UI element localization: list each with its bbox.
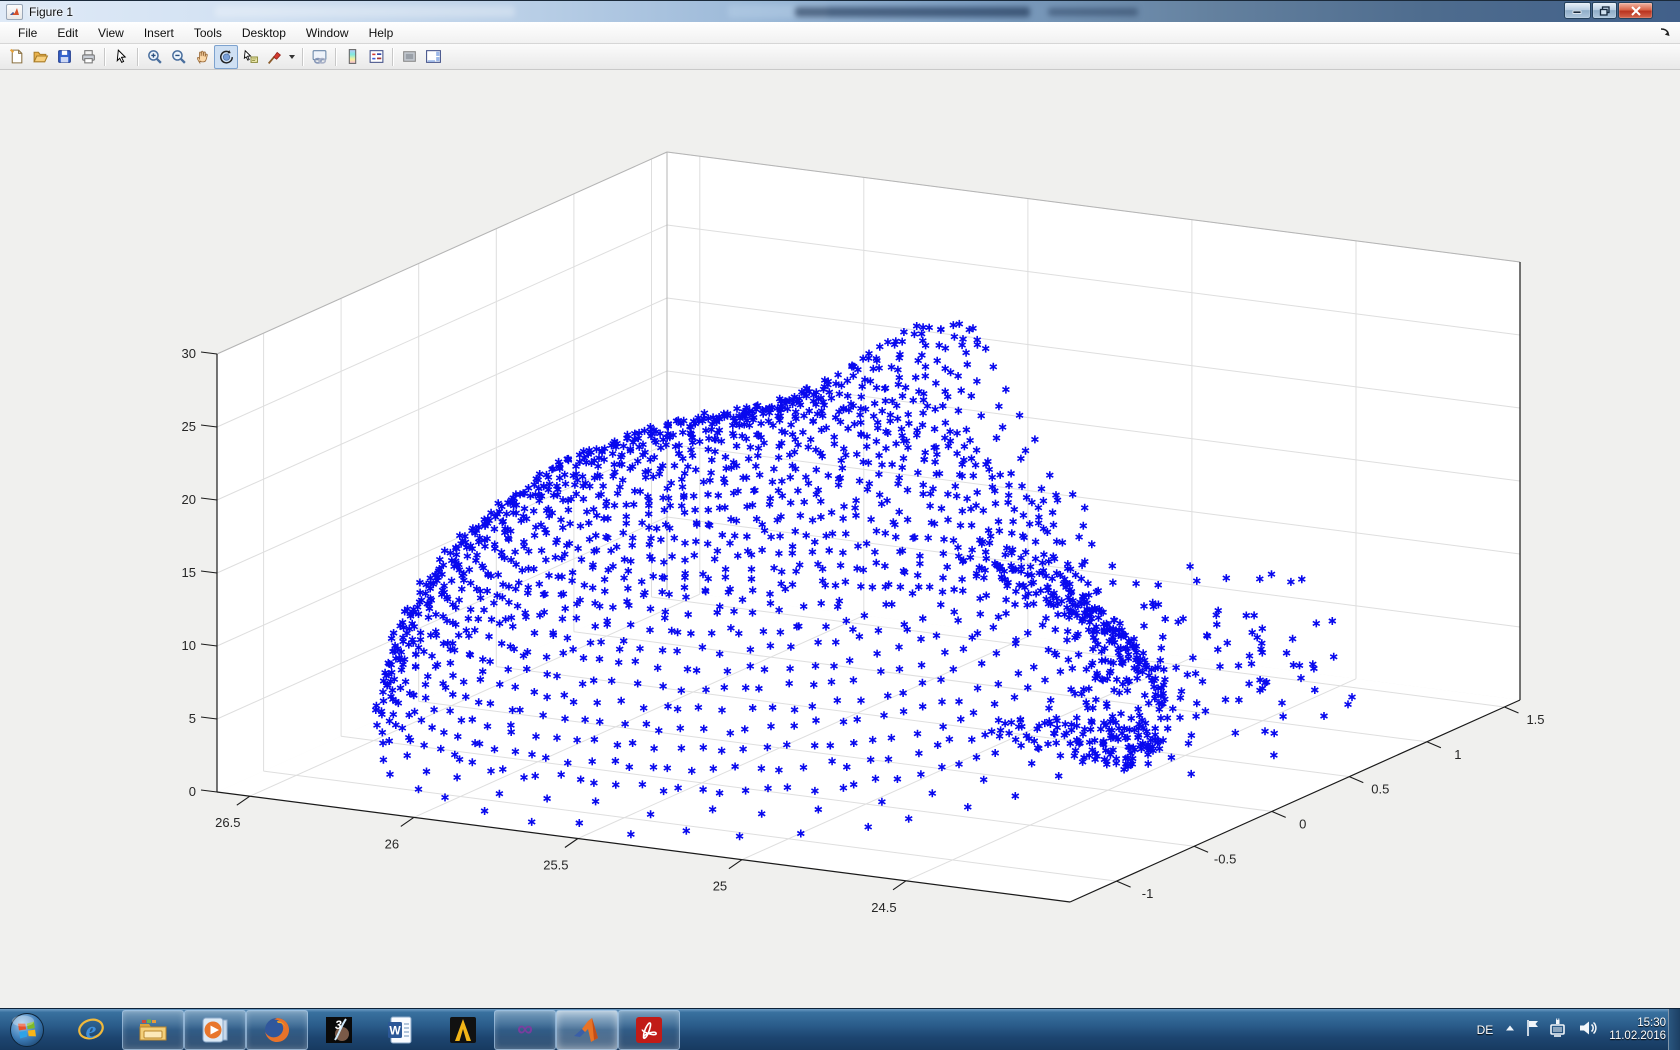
figure-toolbar (0, 44, 1680, 70)
svg-text:W: W (389, 1024, 401, 1038)
network-icon[interactable] (1549, 1018, 1571, 1043)
taskbar-item-acrobat-reader[interactable] (618, 1010, 680, 1050)
background-window-title-blur (795, 7, 1030, 17)
menu-help[interactable]: Help (359, 24, 404, 42)
start-button[interactable] (8, 1011, 46, 1049)
taskbar-item-3d-modeling-app[interactable]: 3 (308, 1010, 370, 1050)
taskbar-item-windows-explorer[interactable] (122, 1010, 184, 1050)
matlab-figure-icon (6, 4, 23, 20)
menu-file[interactable]: File (8, 24, 47, 42)
svg-text:3: 3 (335, 1018, 342, 1032)
svg-text:0.5: 0.5 (1371, 782, 1389, 797)
svg-text:26: 26 (385, 836, 399, 851)
taskbar-items: e 3 W ∞ (60, 1010, 680, 1050)
svg-text:30: 30 (182, 346, 196, 361)
svg-text:1.5: 1.5 (1526, 712, 1544, 727)
insert-colorbar-button[interactable] (340, 45, 364, 69)
toolbar-separator (302, 48, 303, 66)
svg-text:25.5: 25.5 (543, 858, 568, 873)
save-figure-button[interactable] (52, 45, 76, 69)
taskbar-item-ansys[interactable] (432, 1010, 494, 1050)
figure-canvas: 26.5 26 25.5 25 24.5 -1 -0.5 0 0.5 1 1.5 0 5 10 15 20 25… (0, 70, 1680, 1008)
open-file-button[interactable] (28, 45, 52, 69)
language-indicator[interactable]: DE (1474, 1023, 1497, 1037)
close-button[interactable] (1618, 2, 1653, 19)
clock[interactable]: 15:30 11.02.2016 (1609, 1017, 1666, 1043)
action-center-flag-icon[interactable] (1524, 1018, 1542, 1043)
menu-tools[interactable]: Tools (184, 24, 232, 42)
link-plot-button[interactable] (307, 45, 331, 69)
pan-button[interactable] (190, 45, 214, 69)
menu-view[interactable]: View (88, 24, 134, 42)
data-cursor-button[interactable] (238, 45, 262, 69)
svg-text:20: 20 (182, 492, 196, 507)
hide-plot-tools-button[interactable] (397, 45, 421, 69)
volume-icon[interactable] (1578, 1018, 1598, 1043)
taskbar-item-firefox[interactable] (246, 1010, 308, 1050)
svg-text:0: 0 (189, 784, 196, 799)
insert-legend-button[interactable] (364, 45, 388, 69)
toolbar-separator (335, 48, 336, 66)
taskbar-item-visual-studio[interactable]: ∞ (494, 1010, 556, 1050)
menu-edit[interactable]: Edit (47, 24, 88, 42)
svg-text:25: 25 (182, 419, 196, 434)
plot-3d-scatter[interactable]: 26.5 26 25.5 25 24.5 -1 -0.5 0 0.5 1 1.5 0 5 10 15 20 25… (0, 0, 1680, 1050)
print-figure-button[interactable] (76, 45, 100, 69)
window-title: Figure 1 (29, 5, 73, 19)
svg-text:26.5: 26.5 (215, 815, 240, 830)
svg-text:1: 1 (1454, 747, 1461, 762)
brush-dropdown-arrow[interactable] (289, 55, 295, 59)
svg-text:0: 0 (1299, 816, 1306, 831)
titlebar-glare (215, 6, 515, 17)
taskbar-item-matlab[interactable] (556, 1010, 618, 1050)
background-window-title-blur2 (1048, 8, 1138, 16)
taskbar: e 3 W ∞ DE 15:30 11.02.2016 (0, 1008, 1680, 1050)
taskbar-item-media-player[interactable] (184, 1010, 246, 1050)
taskbar-item-internet-explorer[interactable]: e (60, 1010, 122, 1050)
svg-text:24.5: 24.5 (871, 900, 896, 915)
menu-window[interactable]: Window (296, 24, 359, 42)
svg-text:25: 25 (713, 879, 727, 894)
svg-text:-1: -1 (1142, 886, 1154, 901)
edit-plot-button[interactable] (109, 45, 133, 69)
toolbar-separator (392, 48, 393, 66)
restore-button[interactable] (1592, 2, 1617, 19)
svg-text:-0.5: -0.5 (1214, 851, 1236, 866)
show-plot-tools-button[interactable] (421, 45, 445, 69)
clock-time: 15:30 (1609, 1017, 1666, 1030)
show-desktop-button[interactable] (1668, 1009, 1680, 1050)
dock-figure-button[interactable] (1659, 25, 1672, 43)
toolbar-separator (137, 48, 138, 66)
svg-text:5: 5 (189, 711, 196, 726)
title-bar: Figure 1 (0, 0, 1680, 22)
svg-text:15: 15 (182, 565, 196, 580)
hidden-icons-button[interactable] (1503, 1021, 1517, 1039)
menu-desktop[interactable]: Desktop (232, 24, 296, 42)
toolbar-separator (104, 48, 105, 66)
zoom-out-button[interactable] (166, 45, 190, 69)
svg-text:∞: ∞ (517, 1016, 533, 1041)
clock-date: 11.02.2016 (1609, 1030, 1666, 1043)
svg-text:e: e (86, 1018, 97, 1044)
minimize-button[interactable] (1564, 2, 1591, 19)
taskbar-item-word[interactable]: W (370, 1010, 432, 1050)
menu-bar: FileEditViewInsertToolsDesktopWindowHelp (0, 22, 1680, 44)
zoom-in-button[interactable] (142, 45, 166, 69)
new-figure-button[interactable] (4, 45, 28, 69)
system-tray: DE 15:30 11.02.2016 (1474, 1009, 1666, 1050)
menu-insert[interactable]: Insert (134, 24, 184, 42)
rotate-3d-button[interactable] (214, 45, 238, 69)
svg-text:10: 10 (182, 638, 196, 653)
brush-data-button[interactable] (262, 45, 286, 69)
